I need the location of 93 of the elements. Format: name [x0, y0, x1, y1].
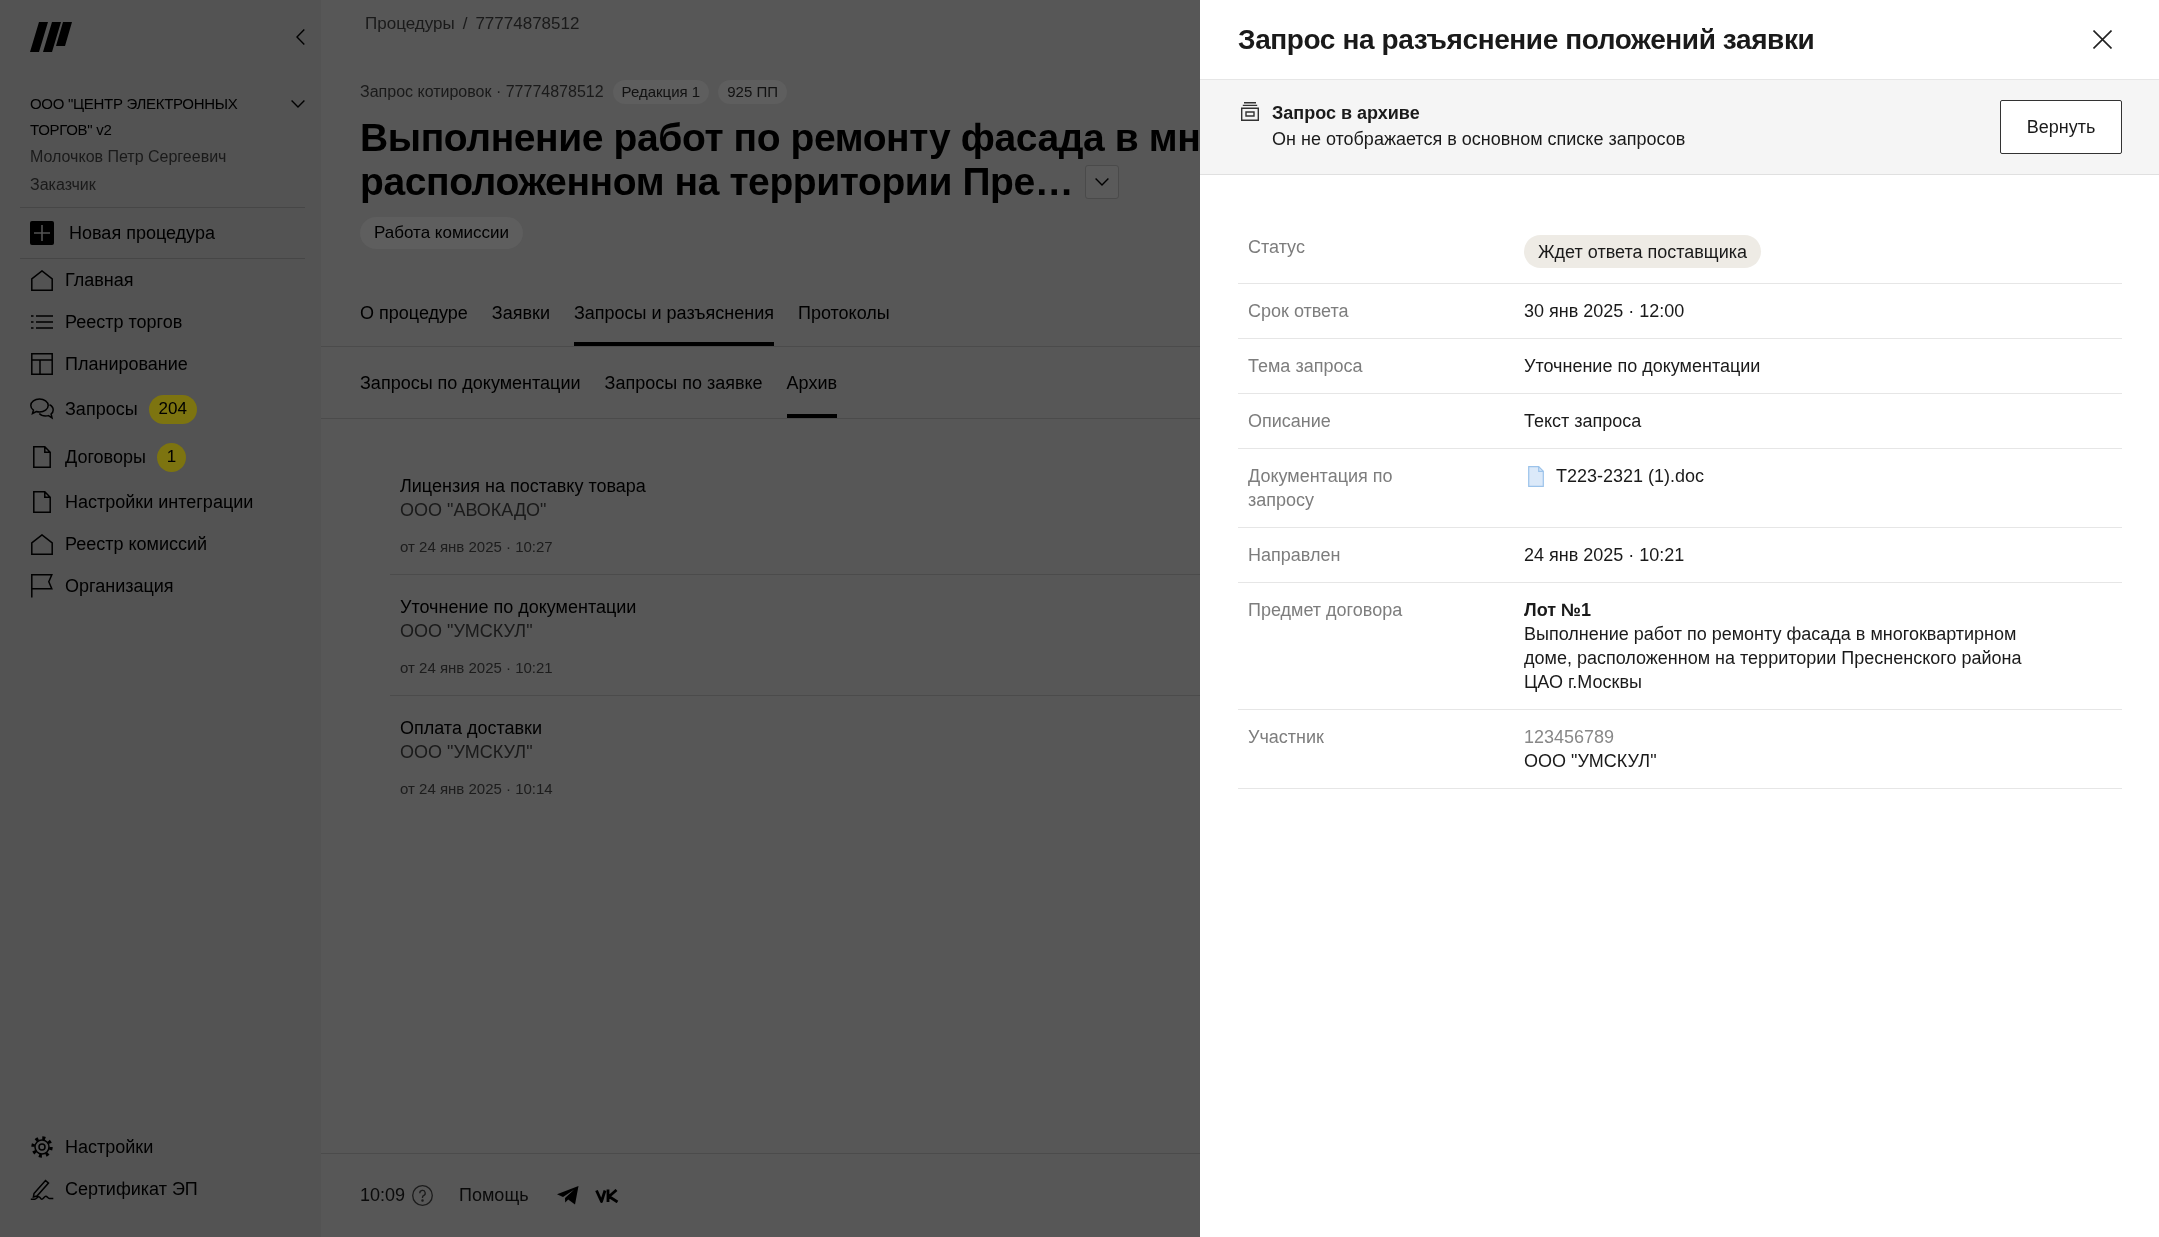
drawer-title: Запрос на разъяснение положений заявки: [1238, 23, 1815, 56]
field-value: Уточнение по документации: [1524, 355, 1761, 378]
archive-box-icon: [1241, 102, 1259, 121]
house-icon: [31, 269, 53, 291]
field-label: Статус: [1247, 236, 1306, 259]
lot-number: Лот №1: [1524, 599, 1592, 622]
subtab[interactable]: Архив: [786, 347, 837, 418]
participant-id: 123456789: [1524, 726, 1615, 749]
close-icon: [2093, 30, 2112, 49]
file-link[interactable]: T223-2321 (1).doc: [1528, 464, 1705, 488]
nav-item[interactable]: Сертификат ЭП: [20, 1168, 305, 1210]
request-title[interactable]: Оплата доставки: [400, 716, 542, 740]
request-company: ООО "АВОКАДО": [400, 499, 547, 522]
plus-square-icon: [30, 221, 54, 245]
procedure-meta: Запрос котировок · 77774878512: [360, 82, 604, 102]
contract-subject: Выполнение работ по ремонту фасада в многоквартирном доме, расположенном на территории Пресненского района ЦАО г.Москвы: [1524, 623, 2023, 694]
request-title[interactable]: Уточнение по документации: [400, 595, 637, 619]
organization-dropdown-button[interactable]: [291, 100, 305, 108]
user-role: Заказчик: [30, 175, 97, 195]
tab[interactable]: О процедуре: [360, 292, 468, 346]
field-value: 30 янв 2025 · 12:00: [1524, 300, 1685, 323]
breadcrumb-link[interactable]: 77774878512: [475, 12, 580, 36]
status-badge: Ждет ответа поставщика: [1524, 235, 1761, 268]
info-tag: 925 ПП: [718, 80, 787, 104]
nav-item[interactable]: Запросы 204: [20, 385, 305, 433]
notice-title: Запрос в архиве: [1272, 102, 1420, 125]
field-label: Предмет договора: [1247, 599, 1404, 622]
breadcrumb-separator: /: [462, 13, 468, 35]
new-procedure-link[interactable]: Новая процедура: [20, 208, 305, 258]
expand-title-button[interactable]: [1085, 165, 1120, 199]
field-value: 24 янв 2025 · 10:21: [1524, 544, 1685, 567]
request-title[interactable]: Лицензия на поставку товара: [400, 474, 646, 498]
request-date: от 24 янв 2025 · 10:27: [400, 537, 553, 557]
telegram-link[interactable]: [556, 1186, 579, 1205]
nav-item[interactable]: Настройки интеграции: [20, 481, 305, 523]
chevron-down-icon: [291, 100, 305, 108]
tab[interactable]: Протоколы: [797, 292, 890, 346]
question-circle-icon: [412, 1185, 434, 1206]
chevron-left-icon: [296, 29, 305, 45]
vk-link[interactable]: [594, 1188, 619, 1203]
field-label: Направлен: [1247, 544, 1342, 567]
paper-plane-icon: [556, 1186, 579, 1205]
logo-icon: [30, 22, 72, 52]
field-label: Описание: [1247, 410, 1332, 433]
document-icon: [1528, 465, 1544, 487]
current-time: 10:09: [360, 1185, 406, 1206]
request-company: ООО "УМСКУЛ": [400, 741, 533, 764]
document-icon: [33, 491, 51, 513]
list-icon: [31, 315, 53, 329]
count-badge: 204: [148, 394, 197, 424]
field-label: Документация по запросу: [1247, 465, 1394, 512]
breadcrumb-link[interactable]: Процедуры: [365, 12, 455, 36]
nav-item[interactable]: Настройки: [20, 1126, 305, 1168]
document-icon: [33, 446, 51, 468]
field-label: Тема запроса: [1247, 355, 1364, 378]
procedure-status-badge: Работа комиссии: [360, 217, 524, 249]
nav-item[interactable]: Реестр комиссий: [20, 523, 305, 565]
procedure-title-line: Выполнение работ по ремонту фасада в мн: [360, 116, 1200, 160]
settings-icon: [31, 1136, 53, 1158]
request-date: от 24 янв 2025 · 10:14: [400, 779, 553, 799]
return-button[interactable]: Вернуть: [2000, 100, 2122, 154]
notice-text: Он не отображается в основном списке запросов: [1272, 128, 1686, 151]
participant-name: ООО "УМСКУЛ": [1524, 750, 1657, 773]
help-button[interactable]: [412, 1185, 434, 1206]
request-date: от 24 янв 2025 · 10:21: [400, 658, 553, 678]
count-badge: 1: [156, 442, 186, 472]
house-icon: [31, 533, 53, 555]
tab[interactable]: Заявки: [491, 292, 550, 346]
procedure-title-line: расположенном на территории Пре…: [360, 160, 1074, 204]
signature-pen-icon: [30, 1178, 54, 1200]
chevron-down-icon: [1095, 178, 1110, 186]
chat-bubbles-icon: [30, 398, 54, 420]
flag-icon: [31, 574, 53, 598]
nav-item[interactable]: Организация: [20, 565, 305, 607]
nav-item[interactable]: Планирование: [20, 343, 305, 385]
vk-icon: [594, 1188, 619, 1203]
help-link[interactable]: Помощь: [459, 1185, 529, 1206]
nav-item[interactable]: Договоры 1: [20, 433, 305, 481]
tab[interactable]: Запросы и разъяснения: [573, 292, 774, 346]
layout-icon: [31, 353, 53, 375]
nav-item[interactable]: Реестр торгов: [20, 301, 305, 343]
nav-item[interactable]: Главная: [20, 259, 305, 301]
close-button[interactable]: [2093, 30, 2112, 49]
field-value: Текст запроса: [1524, 410, 1642, 433]
collapse-sidebar-button[interactable]: [296, 29, 305, 45]
field-label: Срок ответа: [1247, 300, 1350, 323]
user-name: Молочков Петр Сергеевич: [30, 147, 228, 167]
organization-name: ООО "ЦЕНТР ЭЛЕКТРОННЫХ ТОРГОВ" v2: [30, 94, 239, 140]
field-label: Участник: [1247, 726, 1325, 749]
subtab[interactable]: Запросы по документации: [360, 347, 581, 418]
info-tag: Редакция 1: [612, 80, 710, 104]
subtab[interactable]: Запросы по заявке: [604, 347, 763, 418]
request-company: ООО "УМСКУЛ": [400, 620, 533, 643]
